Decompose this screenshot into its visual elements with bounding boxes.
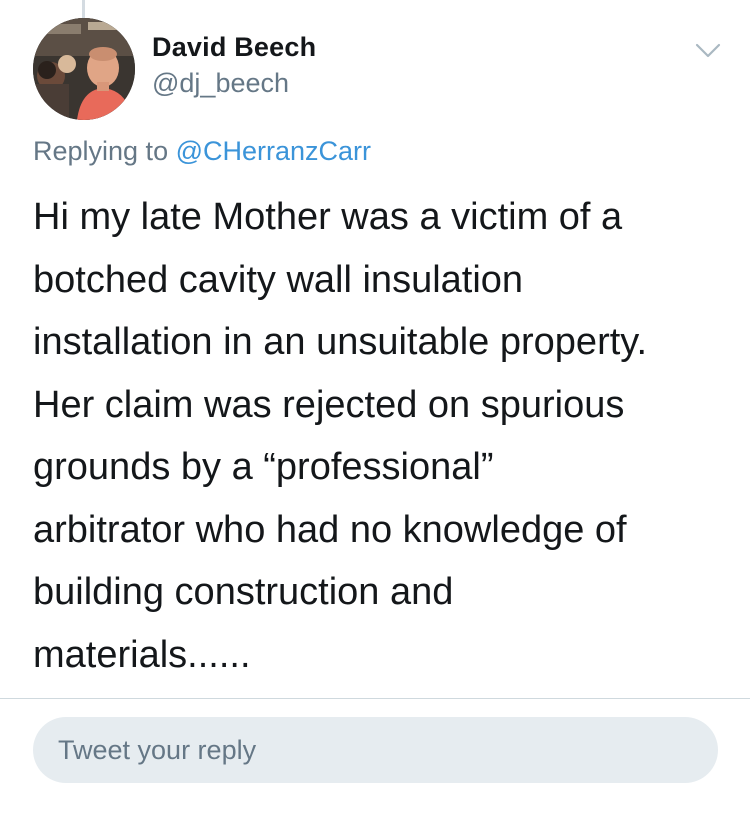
avatar[interactable] <box>33 18 135 120</box>
tweet-text-line: grounds by a “professional” <box>33 446 494 488</box>
divider <box>0 698 750 699</box>
tweet-text-line: materials...... <box>33 633 251 676</box>
author-handle[interactable]: @dj_beech <box>152 68 289 99</box>
tweet-text-line: arbitrator who had no knowledge of <box>33 508 627 551</box>
avatar-photo-icon <box>33 18 135 120</box>
tweet-text: Hi my late Mother was a victim of a botc… <box>33 186 733 686</box>
thread-connector-line <box>82 0 85 18</box>
tweet-text-line: Her claim was rejected on spurious <box>33 383 625 426</box>
tweet-text-line: Hi my late Mother was a victim of a <box>33 196 623 238</box>
author-name[interactable]: David Beech <box>152 32 316 63</box>
tweet-detail-view: David Beech @dj_beech Replying to @CHerr… <box>0 0 750 813</box>
replying-to-line: Replying to @CHerranzCarr <box>33 136 371 167</box>
tweet-text-line: building construction and <box>33 571 454 613</box>
replying-to-mention[interactable]: @CHerranzCarr <box>176 136 371 166</box>
tweet-menu-button[interactable] <box>694 40 722 60</box>
chevron-down-icon <box>695 43 721 58</box>
reply-input[interactable]: Tweet your reply <box>33 717 718 783</box>
reply-placeholder: Tweet your reply <box>58 734 257 765</box>
tweet-text-line: botched cavity wall insulation <box>33 258 524 301</box>
replying-to-label: Replying to <box>33 136 169 166</box>
tweet-text-line: installation in an unsuitable property. <box>33 321 648 363</box>
